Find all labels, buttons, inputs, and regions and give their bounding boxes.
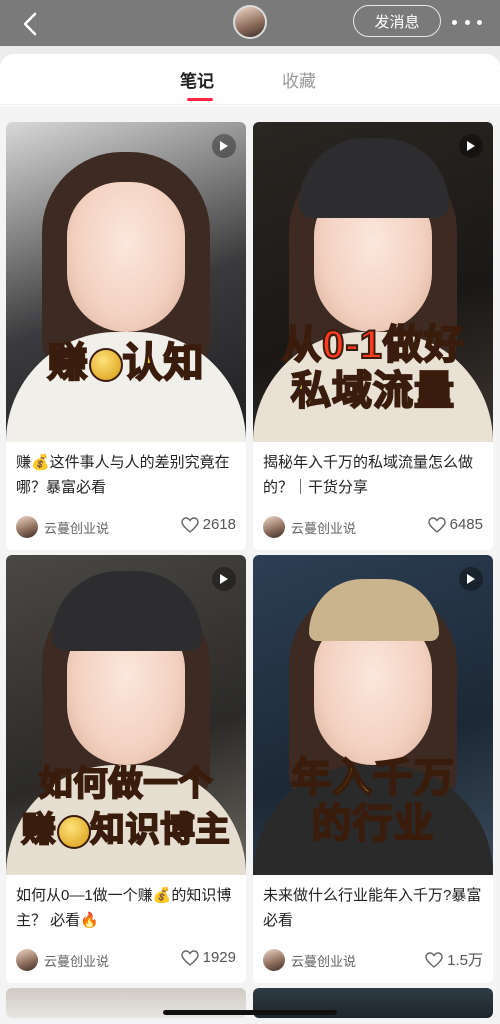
home-indicator[interactable] [163, 1010, 337, 1015]
note-thumbnail[interactable]: 从0-1做好 私域流量 [253, 122, 493, 442]
heart-icon [180, 516, 199, 533]
note-meta: 云蔓创业说 6485 [253, 504, 493, 550]
author-avatar[interactable] [16, 516, 38, 538]
tab-favorites[interactable]: 收藏 [282, 67, 316, 92]
note-thumbnail[interactable]: 赚认知 [6, 122, 246, 442]
cover-caption: 从0-1做好 私域流量 [280, 322, 465, 414]
heart-icon [425, 951, 443, 968]
video-play-icon [212, 567, 236, 591]
cover-caption: 赚认知 [47, 340, 205, 386]
more-icon[interactable] [452, 14, 482, 30]
note-thumbnail[interactable]: 如何做一个 赚知识博主 [6, 555, 246, 875]
note-title: 揭秘年入千万的私域流量怎么做的？｜干货分享 [263, 454, 474, 496]
note-meta: 云蔓创业说 2618 [6, 504, 246, 550]
like-count: 1.5万 [447, 952, 483, 969]
money-bag-icon [56, 815, 91, 850]
note-title: 如何从0—1做一个赚💰的知识博主？ 必看🔥 [16, 887, 232, 929]
author-avatar[interactable] [263, 516, 285, 538]
video-play-icon [459, 134, 483, 158]
note-card[interactable]: 如何做一个 赚知识博主 如何从0—1做一个赚💰的知识博主？ 必看🔥 云蔓创业说 … [6, 555, 246, 983]
author-avatar[interactable] [263, 949, 285, 971]
author-avatar[interactable] [16, 949, 38, 971]
author-name[interactable]: 云蔓创业说 [44, 518, 109, 537]
heart-icon [427, 516, 446, 533]
like-count: 2618 [202, 516, 236, 533]
video-play-icon [212, 134, 236, 158]
note-card[interactable]: 从0-1做好 私域流量 揭秘年入千万的私域流量怎么做的？｜干货分享 云蔓创业说 … [253, 122, 493, 550]
note-card[interactable]: 赚认知 赚💰这件事人与人的差别究竟在哪？暴富必看 云蔓创业说 2618 [6, 122, 246, 550]
back-icon[interactable] [16, 10, 44, 38]
like-count: 1929 [202, 949, 236, 966]
money-bag-icon [88, 348, 123, 383]
note-title: 赚💰这件事人与人的差别究竟在哪？暴富必看 [16, 454, 230, 496]
cover-caption: 年入千万 的行业 [290, 755, 455, 847]
send-message-button[interactable]: 发消息 [353, 5, 441, 37]
author-name[interactable]: 云蔓创业说 [291, 518, 356, 537]
video-play-icon [459, 567, 483, 591]
active-tab-indicator [187, 98, 213, 101]
profile-avatar[interactable] [233, 5, 267, 39]
like-button[interactable]: 6485 [427, 516, 483, 533]
like-count: 6485 [449, 516, 483, 533]
author-name[interactable]: 云蔓创业说 [291, 951, 356, 970]
cover-caption: 如何做一个 赚知识博主 [21, 764, 231, 850]
like-button[interactable]: 1.5万 [425, 949, 483, 970]
like-button[interactable]: 1929 [180, 949, 236, 966]
tab-notes[interactable]: 笔记 [180, 67, 214, 92]
author-name[interactable]: 云蔓创业说 [44, 951, 109, 970]
note-card[interactable]: 年入千万 的行业 未来做什么行业能年入千万?暴富必看 云蔓创业说 1.5万 [253, 555, 493, 983]
note-meta: 云蔓创业说 1929 [6, 937, 246, 983]
note-thumbnail[interactable]: 年入千万 的行业 [253, 555, 493, 875]
notes-grid: 赚认知 赚💰这件事人与人的差别究竟在哪？暴富必看 云蔓创业说 2618 从0-1… [0, 106, 500, 1024]
profile-sheet: 笔记 收藏 赚认知 赚💰这件事人与人的差别究竟在哪？暴富必看 云蔓创业说 261… [0, 54, 500, 1024]
note-meta: 云蔓创业说 1.5万 [253, 937, 493, 983]
tab-bar: 笔记 收藏 [0, 54, 500, 105]
like-button[interactable]: 2618 [180, 516, 236, 533]
heart-icon [180, 949, 199, 966]
top-bar: 发消息 [0, 0, 500, 46]
note-title: 未来做什么行业能年入千万?暴富必看 [263, 887, 482, 929]
